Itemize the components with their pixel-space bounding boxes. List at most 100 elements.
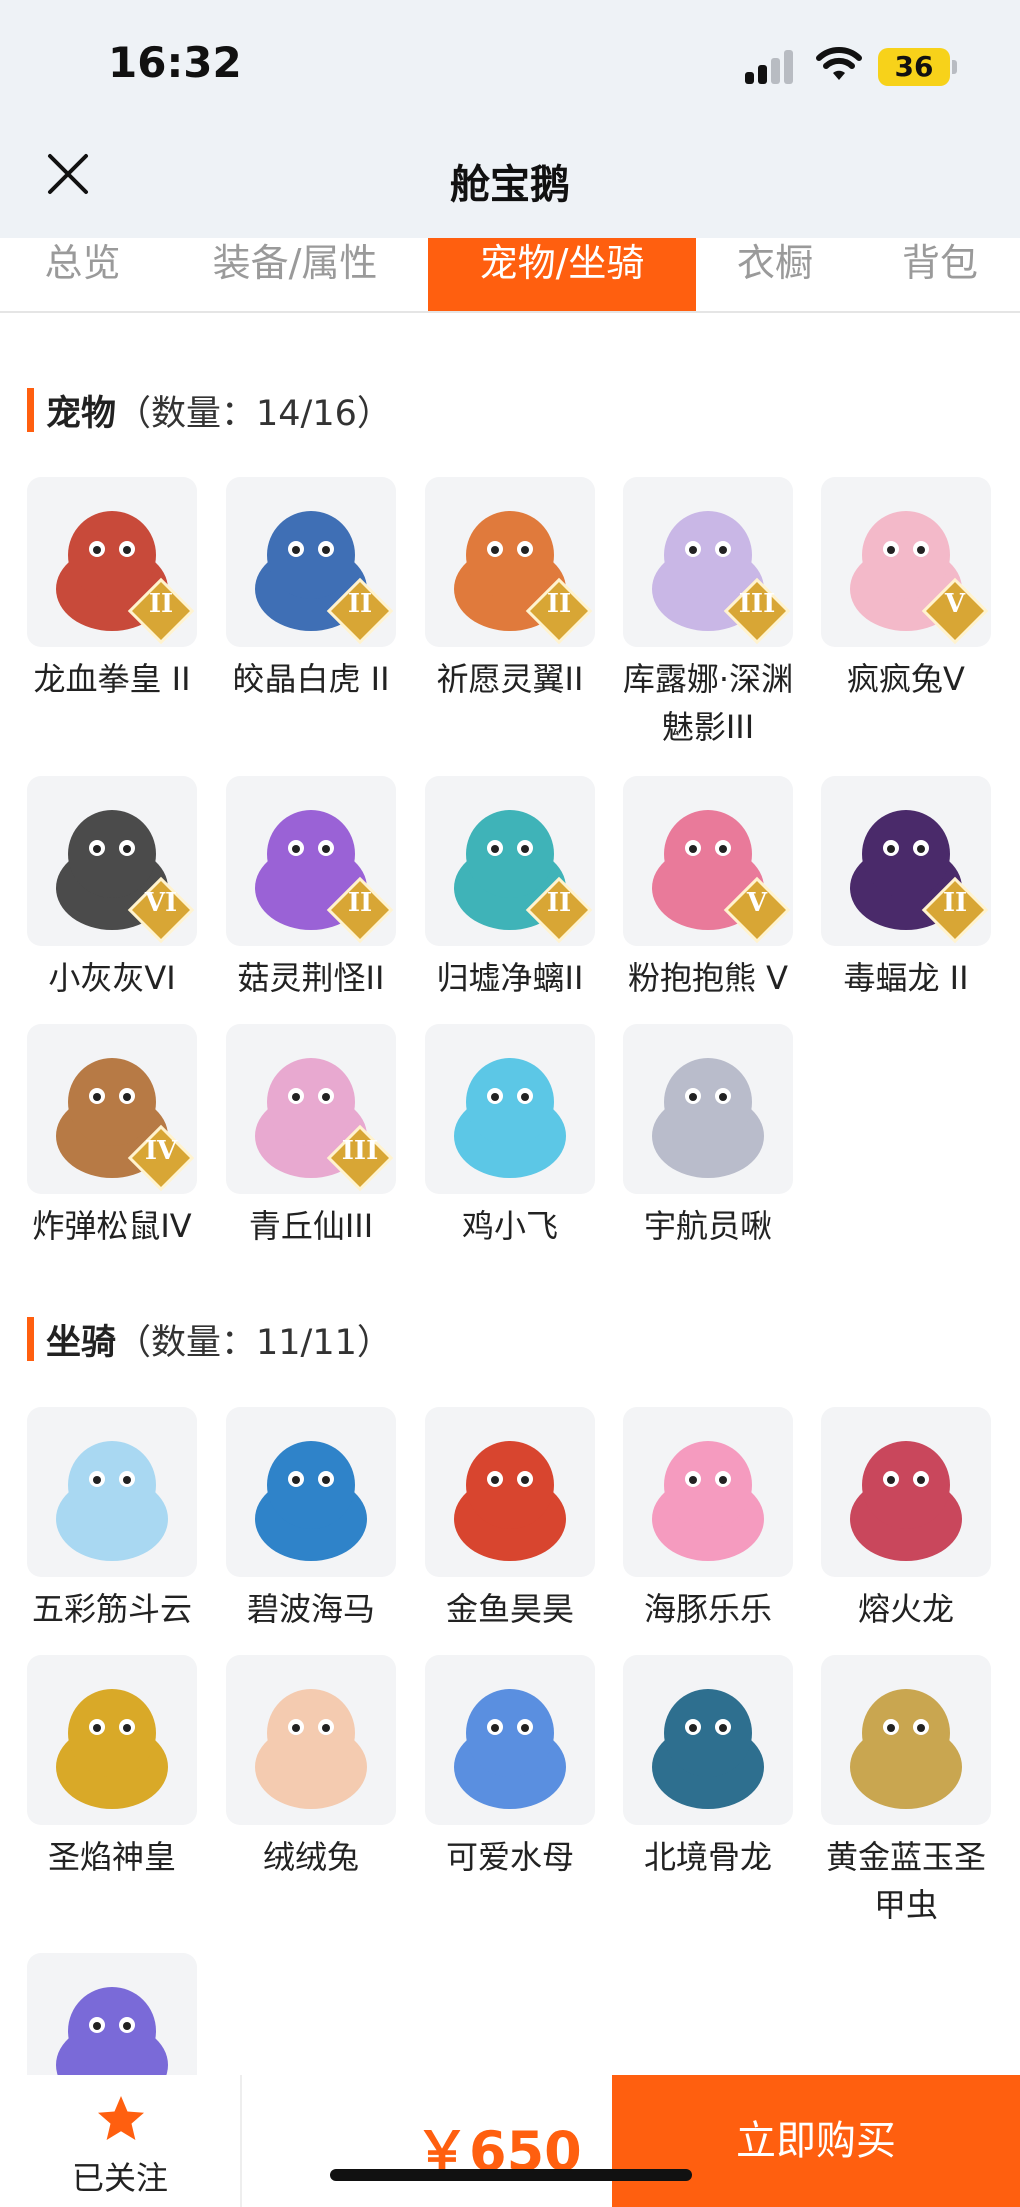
mount-card[interactable]: 绒绒兔 xyxy=(216,1655,406,1881)
pet-card[interactable]: V 粉抱抱熊 V xyxy=(613,776,803,1002)
jellyfish-mount-icon xyxy=(425,1655,595,1825)
pet-name: 菇灵荆怪II xyxy=(237,959,385,997)
pet-card[interactable]: V 疯疯兔V xyxy=(811,477,1001,703)
tab-equipment[interactable]: 装备/属性 xyxy=(185,238,405,311)
fox-fairy-pet-icon xyxy=(226,1024,396,1194)
wifi-icon xyxy=(816,47,862,80)
mount-name: 熔火龙 xyxy=(857,1590,954,1628)
pet-name: 毒蝠龙 II xyxy=(843,959,969,997)
fluffy-rabbit-mount-icon xyxy=(226,1655,396,1825)
rank-badge: II xyxy=(546,589,572,619)
tab-bar: 总览 装备/属性 宠物/坐骑 衣橱 背包 xyxy=(0,238,1020,313)
pet-card[interactable]: II 龙血拳皇 II xyxy=(17,477,207,703)
rank-badge: V xyxy=(944,589,966,619)
pet-name: 小灰灰VI xyxy=(48,959,176,997)
bat-dragon-pet-icon xyxy=(821,776,991,946)
status-time: 16:32 xyxy=(108,38,242,87)
mount-name: 碧波海马 xyxy=(246,1590,375,1628)
follow-label: 已关注 xyxy=(71,2159,168,2197)
mount-card[interactable] xyxy=(17,1953,207,2075)
rank-badge: II xyxy=(546,888,572,918)
astronaut-pet-icon xyxy=(623,1024,793,1194)
rank-badge: II xyxy=(148,589,174,619)
nav-bar: 舱宝鹅 xyxy=(0,130,1020,238)
signal-icon xyxy=(745,50,797,84)
seahorse-mount-icon xyxy=(226,1407,396,1577)
mount-name: 北境骨龙 xyxy=(643,1838,772,1876)
mounts-section-count: （数量：11/11） xyxy=(116,1322,392,1363)
pink-rabbit-pet-icon xyxy=(821,477,991,647)
pet-card[interactable]: II 归墟净螭II xyxy=(415,776,605,1002)
pet-name: 库露娜·深渊魅影III xyxy=(622,660,794,746)
bone-dragon-mount-icon xyxy=(623,1655,793,1825)
status-bar: 16:32 36 xyxy=(0,0,1020,130)
mount-card[interactable]: 海豚乐乐 xyxy=(613,1407,803,1633)
lava-dragon-mount-icon xyxy=(821,1407,991,1577)
pet-card[interactable]: III 青丘仙III xyxy=(216,1024,406,1250)
scarab-mount-icon xyxy=(821,1655,991,1825)
pet-name: 鸡小飞 xyxy=(461,1207,558,1245)
pets-section-count: （数量：14/16） xyxy=(116,393,392,434)
pet-name: 炸弹松鼠IV xyxy=(32,1207,192,1245)
mount-name: 圣焰神皇 xyxy=(47,1838,176,1876)
mount-card[interactable]: 碧波海马 xyxy=(216,1407,406,1633)
pet-card[interactable]: VI 小灰灰VI xyxy=(17,776,207,1002)
buy-now-button[interactable]: 立即购买 xyxy=(612,2075,1020,2207)
mount-name: 海豚乐乐 xyxy=(643,1590,772,1628)
griffin-pet-icon xyxy=(425,477,595,647)
owl-mount-icon xyxy=(27,1953,197,2075)
pet-card[interactable]: II 皎晶白虎 II xyxy=(216,477,406,703)
pink-bear-pet-icon xyxy=(623,776,793,946)
mount-name: 五彩筋斗云 xyxy=(31,1590,192,1628)
mount-card[interactable]: 北境骨龙 xyxy=(613,1655,803,1881)
rank-badge: II xyxy=(942,888,968,918)
home-indicator xyxy=(330,2169,692,2181)
battery-indicator: 36 xyxy=(878,48,950,86)
pet-name: 疯疯兔V xyxy=(847,660,965,698)
rank-badge: III xyxy=(738,589,776,619)
pet-name: 祈愿灵翼II xyxy=(436,660,584,698)
mount-name: 黄金蓝玉圣甲虫 xyxy=(825,1838,986,1924)
cloud-mount-icon xyxy=(27,1407,197,1577)
mount-card[interactable]: 熔火龙 xyxy=(811,1407,1001,1633)
tab-pets-mounts[interactable]: 宠物/坐骑 xyxy=(428,238,696,311)
mount-name: 可爱水母 xyxy=(445,1838,574,1876)
page-title: 舱宝鹅 xyxy=(450,162,570,208)
mount-name: 金鱼昊昊 xyxy=(445,1590,574,1628)
pet-card[interactable]: 宇航员啾 xyxy=(613,1024,803,1250)
mount-card[interactable]: 金鱼昊昊 xyxy=(415,1407,605,1633)
tab-wardrobe[interactable]: 衣橱 xyxy=(715,238,835,311)
rank-badge: V xyxy=(746,888,768,918)
rank-badge: VI xyxy=(144,888,178,918)
follow-button[interactable]: 已关注 xyxy=(0,2075,242,2207)
star-icon xyxy=(98,2096,144,2140)
grey-wolf-pet-icon xyxy=(27,776,197,946)
pet-card[interactable]: II 菇灵荆怪II xyxy=(216,776,406,1002)
pet-name: 青丘仙III xyxy=(248,1207,374,1245)
pet-name: 龙血拳皇 II xyxy=(33,660,191,698)
battery-tip xyxy=(952,60,957,74)
pets-section-header: 宠物 （数量：14/16） xyxy=(27,388,392,434)
dolphin-mount-icon xyxy=(623,1407,793,1577)
pet-card[interactable]: II 毒蝠龙 II xyxy=(811,776,1001,1002)
mount-card[interactable]: 黄金蓝玉圣甲虫 xyxy=(811,1655,1001,1929)
section-accent-bar xyxy=(27,388,34,432)
pet-card[interactable]: IV 炸弹松鼠IV xyxy=(17,1024,207,1250)
mounts-section-header: 坐骑 （数量：11/11） xyxy=(27,1317,392,1363)
pet-card[interactable]: II 祈愿灵翼II xyxy=(415,477,605,703)
mount-card[interactable]: 可爱水母 xyxy=(415,1655,605,1881)
mount-card[interactable]: 五彩筋斗云 xyxy=(17,1407,207,1633)
mount-card[interactable]: 圣焰神皇 xyxy=(17,1655,207,1881)
rank-badge: II xyxy=(347,589,373,619)
tab-overview[interactable]: 总览 xyxy=(0,238,165,311)
tab-backpack[interactable]: 背包 xyxy=(870,238,1010,311)
red-dragon-pet-icon xyxy=(27,477,197,647)
fairy-girl-pet-icon xyxy=(623,477,793,647)
golden-phoenix-mount-icon xyxy=(27,1655,197,1825)
pet-card[interactable]: III 库露娜·深渊魅影III xyxy=(613,477,803,751)
pet-name: 粉抱抱熊 V xyxy=(627,959,789,997)
blue-chick-pet-icon xyxy=(425,1024,595,1194)
section-accent-bar xyxy=(27,1317,34,1361)
rank-badge: III xyxy=(341,1136,379,1166)
pet-card[interactable]: 鸡小飞 xyxy=(415,1024,605,1250)
